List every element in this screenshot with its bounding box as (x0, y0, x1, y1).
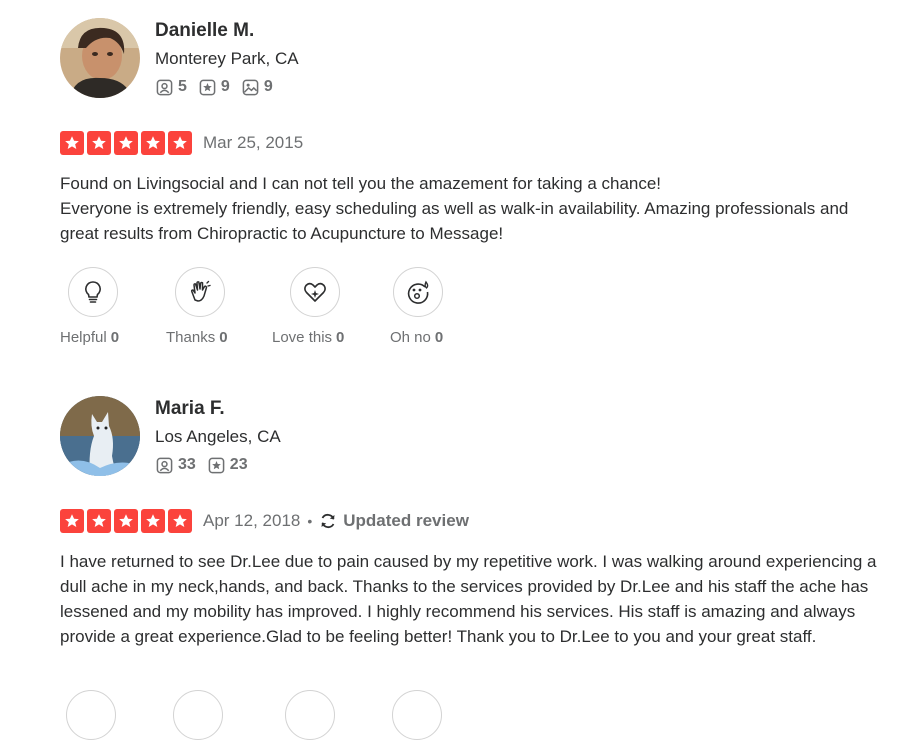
love-label: Love this 0 (272, 329, 345, 346)
star-icon (114, 509, 138, 533)
star-icon (60, 131, 84, 155)
review-star-icon (199, 79, 216, 95)
friends-count: 5 (178, 78, 187, 95)
separator-dot: • (307, 513, 313, 529)
friends-stat: 33 (156, 456, 196, 474)
love-reaction[interactable]: Love this 0 (272, 267, 344, 346)
reviews-stat: 9 (199, 78, 230, 96)
updated-review-label: Updated review (343, 511, 469, 530)
thanks-label: Thanks 0 (166, 329, 228, 346)
love-count: 0 (336, 329, 345, 346)
friends-stat: 5 (156, 78, 187, 96)
star-icon (87, 131, 111, 155)
oh-no-label: Oh no 0 (390, 329, 444, 346)
helpful-label: Helpful 0 (60, 329, 120, 346)
review-date: Apr 12, 2018 (203, 511, 301, 530)
user-location: Monterey Park, CA (155, 49, 299, 68)
star-icon (168, 131, 192, 155)
user-stats: 5 9 9 (156, 78, 285, 96)
user-location: Los Angeles, CA (155, 427, 281, 446)
star-icon (114, 131, 138, 155)
helpful-button[interactable] (66, 690, 116, 740)
helpful-reaction[interactable]: Helpful 0 (60, 267, 119, 346)
star-icon (168, 509, 192, 533)
reviews-count: 9 (220, 78, 230, 95)
reviews-count: 23 (229, 456, 248, 473)
thanks-button[interactable] (173, 690, 223, 740)
avatar[interactable] (60, 18, 140, 98)
reviews-stat: 23 (208, 456, 248, 474)
star-icon (141, 509, 165, 533)
star-icon (60, 509, 84, 533)
user-name[interactable]: Maria F. (155, 398, 225, 420)
love-button[interactable] (289, 267, 340, 317)
thanks-button[interactable] (175, 267, 226, 317)
star-rating (60, 131, 195, 155)
helpful-button[interactable] (67, 267, 118, 317)
star-icon (141, 131, 165, 155)
user-stats: 33 23 (156, 456, 260, 474)
rating-row: Mar 25, 2015 (60, 131, 303, 155)
review-text-body: I have returned to see Dr.Lee due to pai… (60, 552, 877, 646)
updated-review-link[interactable]: Updated review (319, 511, 469, 531)
star-rating (60, 509, 195, 533)
photo-icon (242, 79, 259, 95)
star-icon (87, 509, 111, 533)
review-date: Mar 25, 2015 (203, 133, 304, 152)
friends-count: 33 (178, 456, 196, 473)
thanks-count: 0 (219, 329, 228, 346)
review-text-line: Found on Livingsocial and I can not tell… (60, 174, 662, 193)
surprised-face-icon (407, 280, 428, 304)
review-text: Found on Livingsocial and I can not tell… (60, 171, 880, 246)
helpful-count: 0 (110, 329, 120, 346)
oh-no-button[interactable] (392, 690, 442, 740)
review-text-line: Everyone is extremely friendly, easy sch… (60, 199, 849, 243)
oh-no-button[interactable] (392, 267, 443, 317)
love-button[interactable] (285, 690, 335, 740)
oh-no-reaction[interactable]: Oh no 0 (390, 267, 443, 346)
thanks-reaction[interactable]: Thanks 0 (166, 267, 228, 346)
lightbulb-icon (84, 281, 101, 303)
oh-no-count: 0 (434, 329, 444, 346)
friends-icon (156, 457, 173, 473)
user-name[interactable]: Danielle M. (155, 20, 254, 42)
review-star-icon (208, 457, 225, 473)
photos-count: 9 (263, 78, 273, 95)
avatar[interactable] (60, 396, 140, 476)
reaction-bar-partial (66, 690, 442, 740)
heart-sparkle-icon (303, 282, 326, 302)
wave-hand-icon (191, 280, 211, 302)
photos-stat: 9 (242, 78, 273, 96)
refresh-icon (321, 513, 335, 529)
rating-row: Apr 12, 2018 • Updated review (60, 509, 469, 533)
review-text: I have returned to see Dr.Lee due to pai… (60, 549, 880, 649)
friends-icon (156, 79, 173, 95)
